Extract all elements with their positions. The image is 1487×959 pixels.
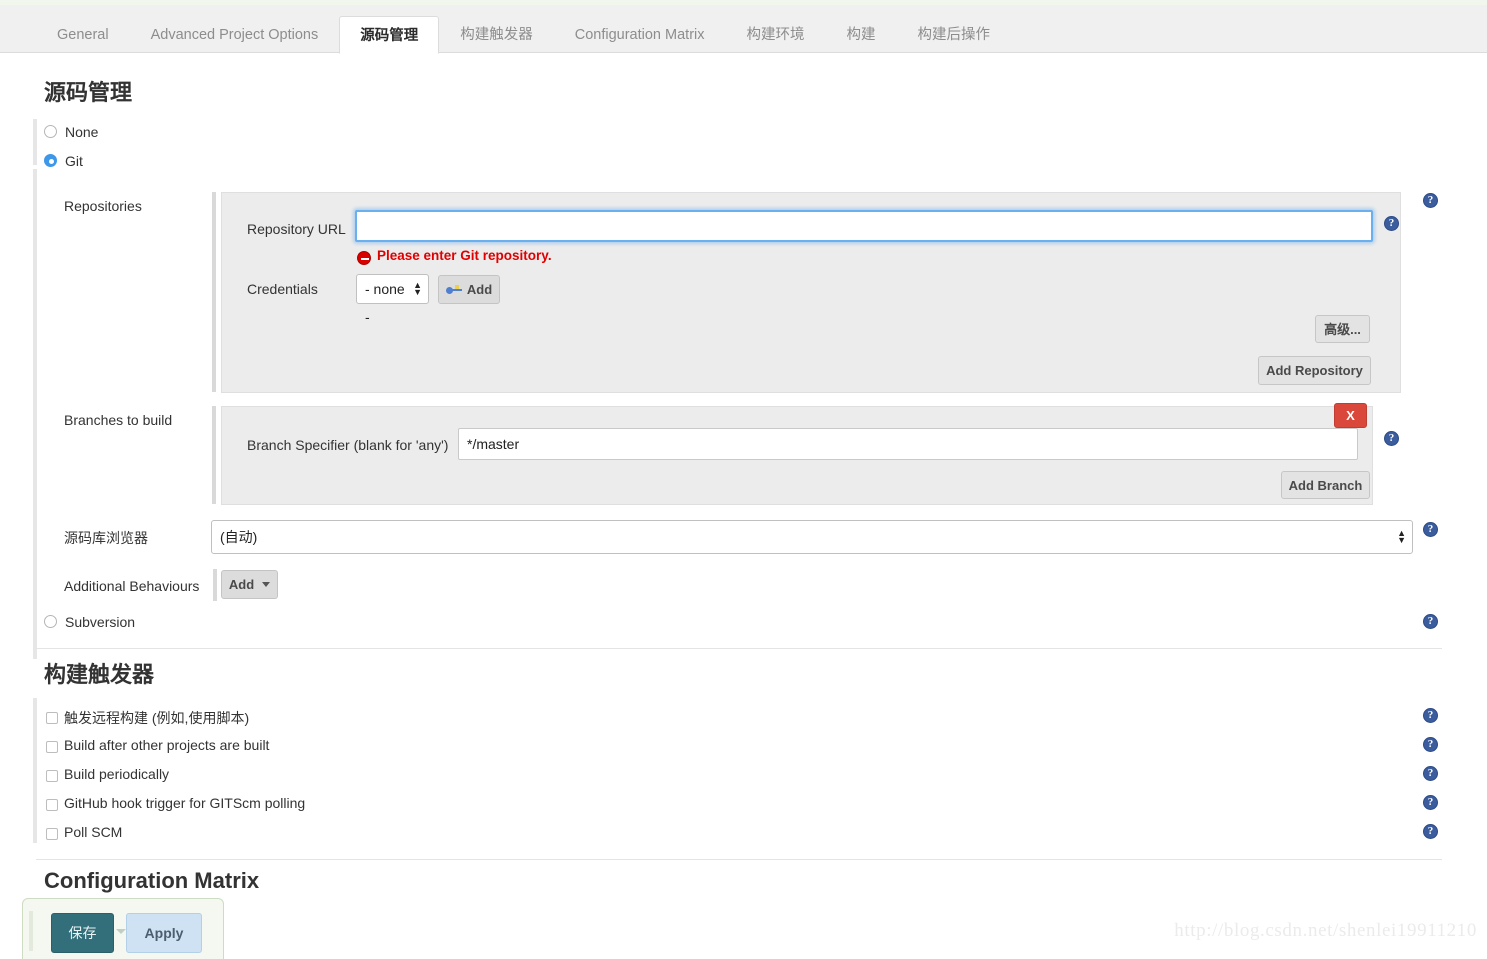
help-icon-repository-url[interactable]: ? bbox=[1384, 216, 1399, 231]
add-branch-button[interactable]: Add Branch bbox=[1281, 471, 1370, 499]
add-repository-label: Add Repository bbox=[1266, 363, 1363, 378]
label-additional-behaviours: Additional Behaviours bbox=[64, 578, 200, 594]
checkbox-poll-scm[interactable] bbox=[46, 828, 58, 840]
help-icon-repositories[interactable]: ? bbox=[1423, 193, 1438, 208]
tab-bar: General Advanced Project Options 源码管理 构建… bbox=[0, 5, 1487, 54]
git-block-accent-bar bbox=[33, 169, 37, 659]
delete-branch-button[interactable]: X bbox=[1334, 403, 1367, 428]
credentials-select[interactable]: - none - ▲ ▼ bbox=[356, 274, 429, 325]
help-icon-build-periodically[interactable]: ? bbox=[1423, 766, 1438, 781]
label-scm-git: Git bbox=[65, 153, 83, 169]
radio-scm-none[interactable] bbox=[44, 125, 57, 138]
tab-general[interactable]: General bbox=[36, 15, 130, 53]
repositories-accent-bar bbox=[212, 192, 216, 392]
apply-button[interactable]: Apply bbox=[126, 913, 202, 953]
config-content: 源码管理 None Git Repositories Repository UR… bbox=[0, 53, 1487, 959]
checkbox-build-periodically[interactable] bbox=[46, 770, 58, 782]
save-button[interactable]: 保存 bbox=[51, 913, 114, 953]
form-action-bar: 保存 Apply bbox=[22, 898, 224, 959]
section-divider-1 bbox=[36, 648, 1442, 649]
add-credentials-label: Add bbox=[466, 282, 493, 297]
radio-scm-git[interactable] bbox=[44, 154, 57, 167]
scm-radio-accent-bar bbox=[33, 119, 37, 165]
watermark: http://blog.csdn.net/shenlei19911210 bbox=[1174, 920, 1477, 941]
radio-scm-subversion[interactable] bbox=[44, 615, 57, 628]
label-credentials: Credentials bbox=[247, 281, 318, 297]
tab-post-build-actions[interactable]: 构建后操作 bbox=[897, 15, 1012, 53]
page-title-build-triggers: 构建触发器 bbox=[44, 662, 155, 687]
error-message-repository-url: Please enter Git repository. bbox=[377, 248, 552, 263]
add-credentials-button[interactable]: Add bbox=[438, 275, 500, 304]
help-icon-poll-scm[interactable]: ? bbox=[1423, 824, 1438, 839]
help-icon-repository-browser[interactable]: ? bbox=[1423, 522, 1438, 537]
label-repositories: Repositories bbox=[64, 198, 142, 214]
tab-configuration-matrix[interactable]: Configuration Matrix bbox=[554, 15, 726, 53]
label-scm-none: None bbox=[65, 124, 99, 140]
jenkins-job-config-page: General Advanced Project Options 源码管理 构建… bbox=[0, 0, 1487, 959]
label-scm-subversion: Subversion bbox=[65, 614, 136, 630]
add-behaviour-label: Add bbox=[228, 577, 255, 592]
branches-accent-bar bbox=[212, 406, 216, 504]
additional-behaviours-accent-bar bbox=[213, 569, 217, 601]
add-repository-button[interactable]: Add Repository bbox=[1258, 356, 1371, 385]
label-trigger-remote-build: 触发远程构建 (例如,使用脚本) bbox=[64, 710, 250, 726]
help-icon-trigger-remote-build[interactable]: ? bbox=[1423, 708, 1438, 723]
advanced-button[interactable]: 高级... bbox=[1315, 315, 1370, 343]
select-arrows-icon: ▲ ▼ bbox=[413, 280, 422, 297]
tab-advanced-project-options[interactable]: Advanced Project Options bbox=[130, 15, 340, 53]
tab-build-triggers[interactable]: 构建触发器 bbox=[439, 15, 554, 53]
section-divider-2 bbox=[36, 859, 1442, 860]
tab-source-code-management[interactable]: 源码管理 bbox=[339, 16, 440, 54]
label-branch-specifier: Branch Specifier (blank for 'any') bbox=[247, 437, 449, 453]
save-button-label: 保存 bbox=[68, 925, 97, 941]
error-icon-repository-url bbox=[357, 251, 371, 265]
repository-browser-value: (自动) bbox=[220, 529, 258, 545]
repository-url-input[interactable] bbox=[355, 210, 1373, 242]
select-arrows-icon-browser: ▲ ▼ bbox=[1397, 528, 1406, 545]
add-behaviour-button[interactable]: Add bbox=[221, 570, 278, 599]
triggers-accent-bar bbox=[33, 698, 37, 843]
tab-build[interactable]: 构建 bbox=[826, 15, 897, 53]
label-branches-to-build: Branches to build bbox=[64, 412, 173, 428]
help-icon-branch-specifier[interactable]: ? bbox=[1384, 431, 1399, 446]
apply-button-label: Apply bbox=[144, 925, 184, 941]
label-repository-url: Repository URL bbox=[247, 221, 346, 237]
branch-specifier-input[interactable] bbox=[458, 428, 1358, 460]
label-github-hook-trigger: GitHub hook trigger for GITScm polling bbox=[64, 795, 306, 811]
label-build-after-other-projects: Build after other projects are built bbox=[64, 737, 270, 753]
key-icon bbox=[445, 284, 462, 295]
checkbox-github-hook-trigger[interactable] bbox=[46, 799, 58, 811]
tab-list: General Advanced Project Options 源码管理 构建… bbox=[36, 5, 1012, 54]
add-branch-label: Add Branch bbox=[1288, 477, 1363, 493]
label-poll-scm: Poll SCM bbox=[64, 824, 123, 840]
help-icon-build-after-other-projects[interactable]: ? bbox=[1423, 737, 1438, 752]
advanced-label: 高级... bbox=[1324, 321, 1361, 337]
help-icon-github-hook-trigger[interactable]: ? bbox=[1423, 795, 1438, 810]
page-title-scm: 源码管理 bbox=[44, 80, 133, 105]
label-build-periodically: Build periodically bbox=[64, 766, 170, 782]
help-icon-subversion[interactable]: ? bbox=[1423, 614, 1438, 629]
checkbox-build-after-other-projects[interactable] bbox=[46, 741, 58, 753]
repository-browser-select[interactable]: (自动) ▲ ▼ bbox=[211, 520, 1413, 554]
chevron-down-icon bbox=[262, 582, 271, 587]
page-title-configuration-matrix: Configuration Matrix bbox=[44, 868, 260, 893]
label-repository-browser: 源码库浏览器 bbox=[64, 530, 148, 546]
checkbox-trigger-remote-build[interactable] bbox=[46, 712, 58, 724]
save-dropdown-caret-icon[interactable] bbox=[116, 929, 126, 934]
tab-build-environment[interactable]: 构建环境 bbox=[726, 15, 826, 53]
action-bar-accent bbox=[29, 911, 33, 951]
delete-branch-label: X bbox=[1346, 408, 1355, 423]
